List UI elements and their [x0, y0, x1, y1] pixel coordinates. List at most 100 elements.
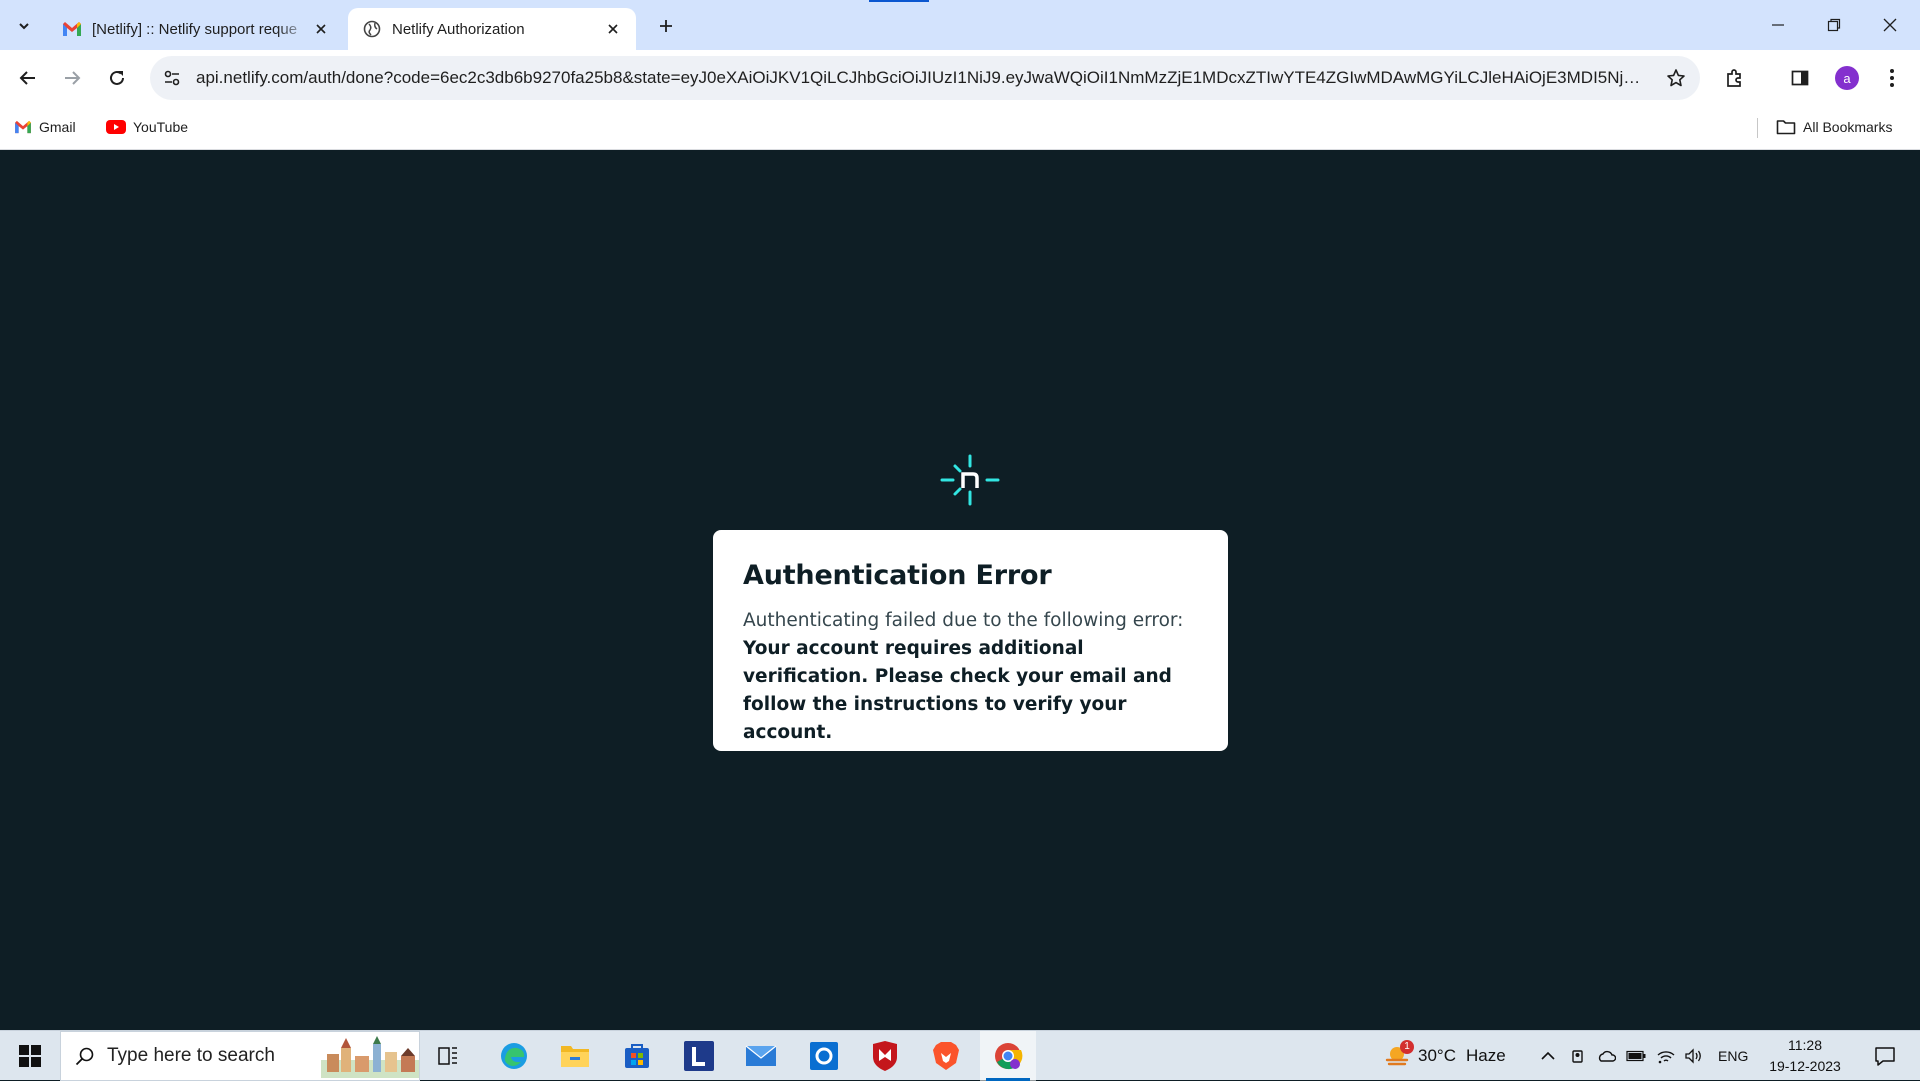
bookmark-separator: [1757, 118, 1758, 138]
notification-icon: [1875, 1047, 1895, 1066]
bookmark-youtube[interactable]: YouTube: [106, 114, 188, 140]
gmail-icon: [62, 19, 82, 39]
bookmark-label: YouTube: [133, 119, 189, 135]
start-button[interactable]: [0, 1031, 60, 1081]
microsoft-store-icon: [625, 1044, 649, 1068]
chrome-app[interactable]: [980, 1031, 1036, 1081]
tabstrip-accent: [869, 0, 929, 2]
battery-icon[interactable]: [1626, 1050, 1646, 1062]
microsoft-store-app[interactable]: [609, 1031, 665, 1081]
close-tab-icon[interactable]: [310, 18, 332, 40]
edge-icon: [501, 1043, 527, 1069]
close-tab-icon[interactable]: [602, 18, 624, 40]
mcafee-icon: [873, 1041, 897, 1071]
arrow-right-icon: [65, 71, 81, 85]
wifi-icon[interactable]: [1656, 1048, 1676, 1064]
bookmark-star-icon[interactable]: [1664, 66, 1688, 90]
file-explorer-icon: [561, 1046, 589, 1067]
all-bookmarks-button[interactable]: All Bookmarks: [1776, 114, 1892, 140]
edge-app[interactable]: [486, 1031, 542, 1081]
url-text[interactable]: api.netlify.com/auth/done?code=6ec2c3db6…: [196, 56, 1646, 100]
meet-now-icon[interactable]: [1570, 1048, 1586, 1064]
tab-netlify-support[interactable]: [Netlify] :: Netlify support reque: [48, 8, 344, 50]
tab-title: Netlify Authorization: [392, 20, 525, 38]
close-icon: [1883, 18, 1897, 32]
tab-title: [Netlify] :: Netlify support reque: [92, 20, 298, 38]
side-panel-icon: [1791, 70, 1809, 86]
youtube-icon: [106, 120, 126, 134]
error-card: Authentication Error Authenticating fail…: [713, 530, 1228, 751]
error-lead: Authenticating failed due to the followi…: [743, 610, 1184, 631]
bookmark-gmail[interactable]: Gmail: [14, 114, 76, 140]
taskbar: Type here to search 1 30°C Haze ENG 11:2…: [0, 1030, 1920, 1081]
weather-widget[interactable]: 1 30°C Haze: [1384, 1031, 1506, 1081]
weather-condition: Haze: [1465, 1046, 1506, 1065]
plus-icon: [660, 20, 672, 32]
clock[interactable]: 11:28 19-12-2023: [1762, 1035, 1848, 1077]
search-icon: [75, 1046, 95, 1066]
more-vertical-icon: [1890, 69, 1894, 87]
reload-icon: [110, 70, 124, 85]
gmail-icon: [14, 120, 32, 134]
address-bar[interactable]: api.netlify.com/auth/done?code=6ec2c3db6…: [150, 56, 1700, 100]
tab-search-button[interactable]: [10, 12, 38, 40]
all-bookmarks-label: All Bookmarks: [1803, 119, 1893, 135]
minimize-icon: [1772, 24, 1784, 26]
notifications-button[interactable]: [1860, 1031, 1910, 1081]
puzzle-icon: [1727, 69, 1741, 87]
bookmarks-bar: Gmail YouTube All Bookmarks: [0, 106, 1920, 150]
weather-temp: 30°C: [1418, 1046, 1456, 1065]
chrome-icon: [995, 1043, 1023, 1070]
system-tray: ENG: [1540, 1031, 1748, 1081]
l-app[interactable]: [671, 1031, 727, 1081]
extensions-button[interactable]: [1719, 62, 1751, 94]
outlook-icon: [810, 1042, 838, 1070]
mail-app[interactable]: [733, 1031, 789, 1081]
folder-icon: [1776, 119, 1796, 135]
profile-button[interactable]: a: [1831, 62, 1863, 94]
back-button[interactable]: [12, 62, 44, 94]
menu-button[interactable]: [1876, 62, 1908, 94]
restore-icon: [1827, 18, 1841, 32]
side-panel-button[interactable]: [1784, 62, 1816, 94]
restore-button[interactable]: [1806, 0, 1862, 50]
arrow-left-icon: [19, 71, 35, 85]
brave-app[interactable]: [918, 1031, 974, 1081]
search-placeholder: Type here to search: [107, 1045, 275, 1066]
page-content: Authentication Error Authenticating fail…: [0, 150, 1920, 1030]
clock-time: 11:28: [1788, 1037, 1822, 1053]
tab-netlify-authorization[interactable]: Netlify Authorization: [348, 8, 636, 50]
close-window-button[interactable]: [1862, 0, 1918, 50]
language-indicator[interactable]: ENG: [1718, 1048, 1748, 1064]
globe-icon: [362, 19, 382, 39]
tab-strip: [Netlify] :: Netlify support reque Netli…: [0, 0, 1920, 50]
volume-icon[interactable]: [1684, 1048, 1704, 1064]
reload-button[interactable]: [101, 62, 133, 94]
error-message: Your account requires additional verific…: [743, 638, 1172, 743]
error-title: Authentication Error: [743, 560, 1052, 591]
chevron-down-icon: [19, 23, 29, 30]
clock-date: 19-12-2023: [1769, 1058, 1841, 1074]
onedrive-icon[interactable]: [1596, 1049, 1616, 1063]
outlook-app[interactable]: [796, 1031, 852, 1081]
browser-toolbar: api.netlify.com/auth/done?code=6ec2c3db6…: [0, 50, 1920, 106]
forward-button[interactable]: [56, 62, 88, 94]
chevron-up-icon[interactable]: [1540, 1051, 1556, 1061]
taskbar-search[interactable]: Type here to search: [60, 1031, 420, 1081]
site-info-icon[interactable]: [160, 66, 184, 90]
avatar: a: [1835, 66, 1859, 90]
brave-icon: [933, 1042, 959, 1070]
windows-icon: [19, 1045, 41, 1067]
new-tab-button[interactable]: [652, 12, 680, 40]
weather-haze-icon: 1: [1384, 1040, 1414, 1069]
mail-icon: [745, 1045, 777, 1066]
file-explorer-app[interactable]: [547, 1031, 603, 1081]
l-app-icon: [684, 1041, 714, 1071]
search-highlight-illustration: [321, 1036, 419, 1078]
minimize-button[interactable]: [1750, 0, 1806, 50]
task-view-button[interactable]: [420, 1031, 476, 1081]
task-view-icon: [438, 1047, 457, 1065]
weather-badge: 1: [1400, 1040, 1414, 1054]
mcafee-app[interactable]: [857, 1031, 913, 1081]
netlify-logo: [940, 450, 1000, 510]
